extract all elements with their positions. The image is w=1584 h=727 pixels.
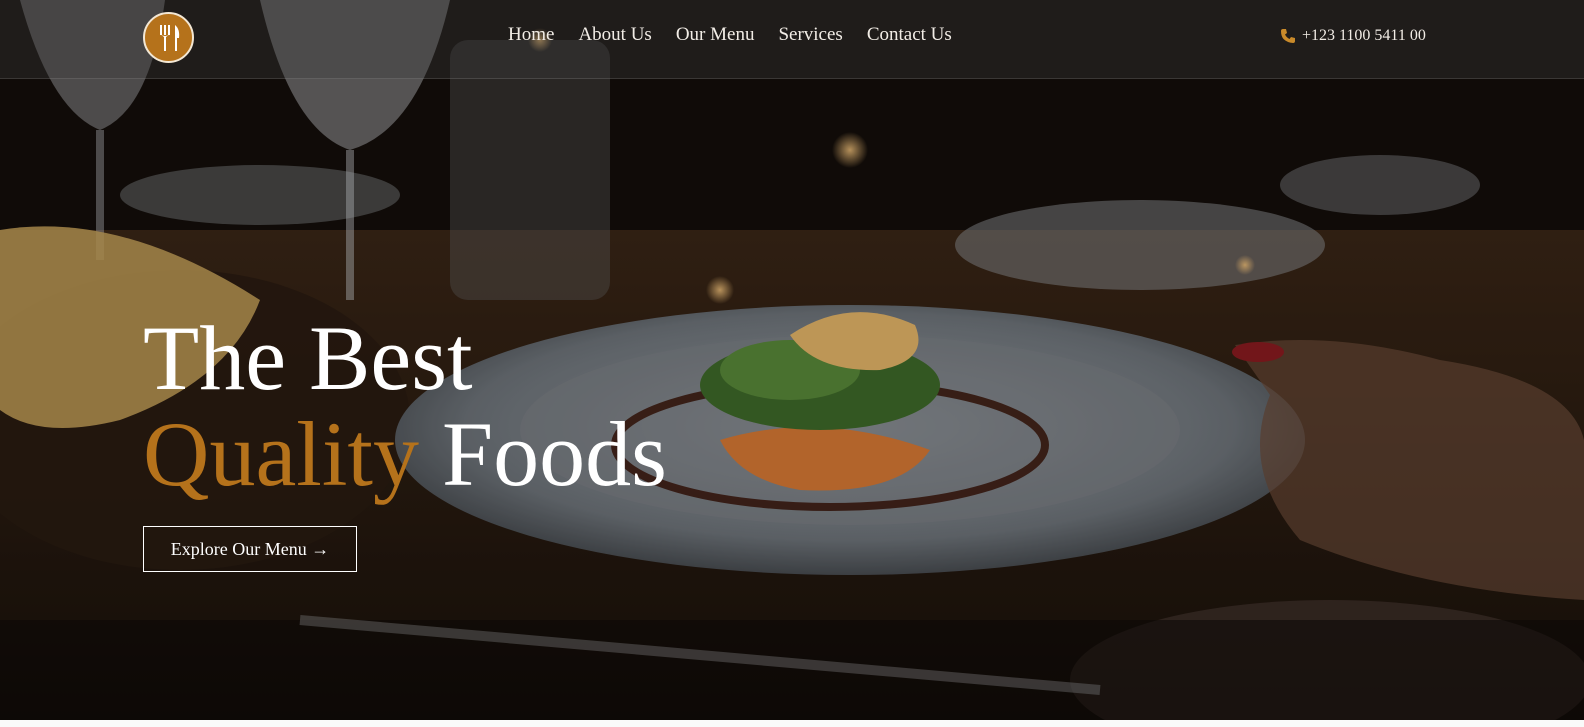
nav-home[interactable]: Home — [508, 24, 554, 46]
phone-number: +123 1100 5411 00 — [1302, 27, 1426, 44]
hero-title-line1: The Best — [143, 307, 473, 409]
page-bottom-edge — [0, 720, 1584, 727]
hero-heading: The Best Quality Foods — [143, 312, 667, 504]
top-navbar: Home About Us Our Menu Services Contact … — [0, 0, 1584, 79]
phone-icon — [1281, 29, 1295, 43]
nav-services[interactable]: Services — [778, 24, 842, 46]
nav-our-menu[interactable]: Our Menu — [676, 24, 755, 46]
fork-knife-icon — [159, 24, 179, 51]
phone-contact[interactable]: +123 1100 5411 00 — [1280, 27, 1426, 45]
explore-menu-button[interactable]: Explore Our Menu → — [143, 526, 357, 572]
logo[interactable] — [143, 12, 194, 63]
hero-title-line2: Quality Foods — [143, 404, 667, 504]
hero-section: Home About Us Our Menu Services Contact … — [0, 0, 1584, 720]
hero-title-accent: Quality — [143, 403, 419, 505]
nav-about-us[interactable]: About Us — [578, 24, 651, 46]
hero-title-rest: Foods — [418, 403, 667, 505]
main-nav: Home About Us Our Menu Services Contact … — [508, 24, 952, 46]
nav-contact-us[interactable]: Contact Us — [867, 24, 952, 46]
